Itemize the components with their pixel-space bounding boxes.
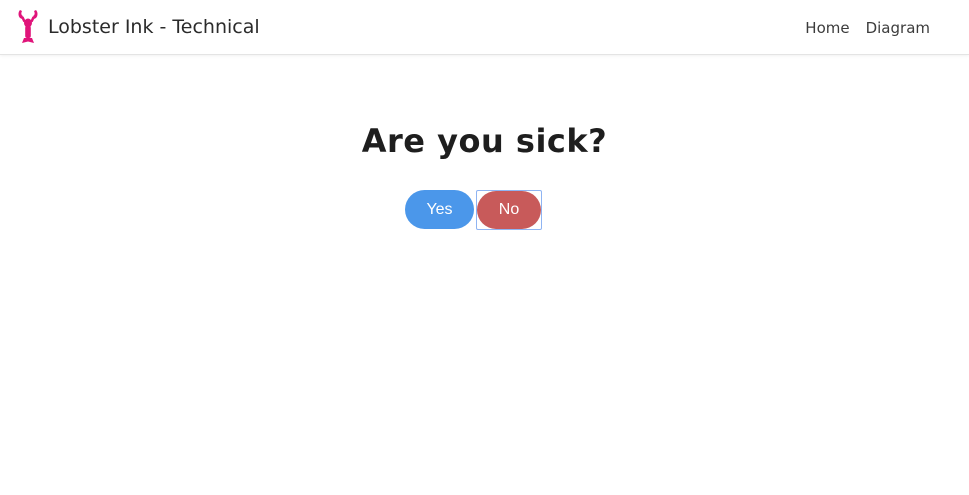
nav-links: Home Diagram bbox=[805, 0, 930, 55]
yes-button[interactable]: Yes bbox=[405, 190, 474, 229]
brand-title: Lobster Ink - Technical bbox=[48, 15, 260, 38]
brand-link[interactable]: Lobster Ink - Technical bbox=[17, 9, 260, 45]
nav-item-diagram[interactable]: Diagram bbox=[866, 19, 930, 37]
top-navbar: Lobster Ink - Technical Home Diagram bbox=[0, 0, 969, 55]
no-button-focus-ring: No bbox=[476, 189, 542, 230]
question-heading: Are you sick? bbox=[361, 122, 608, 160]
answer-buttons: Yes No bbox=[405, 189, 542, 230]
lobster-icon bbox=[18, 10, 38, 43]
no-button[interactable]: No bbox=[477, 190, 541, 229]
nav-item-home[interactable]: Home bbox=[805, 19, 849, 37]
